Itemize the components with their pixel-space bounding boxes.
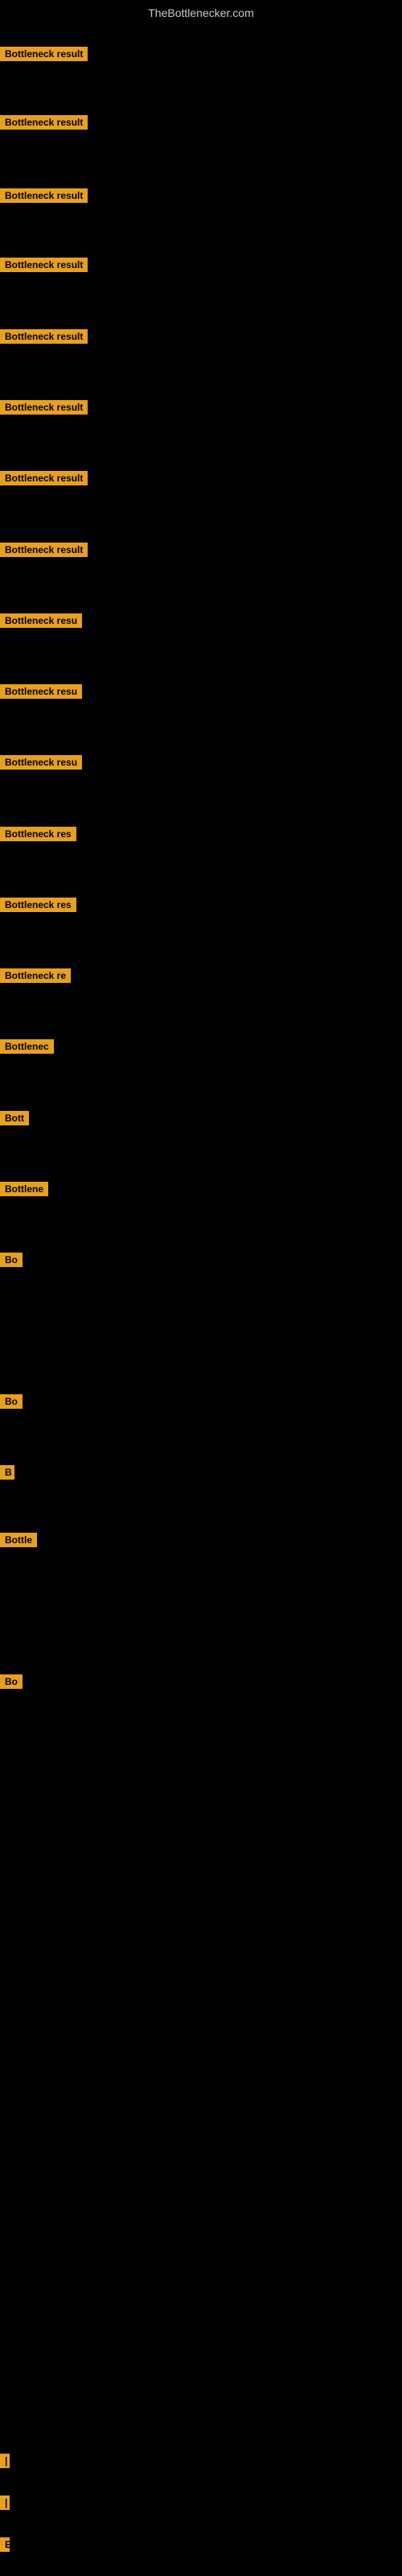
bottleneck-badge: B bbox=[0, 1465, 14, 1480]
bottleneck-badge: Bottleneck result bbox=[0, 471, 88, 485]
bottleneck-badge: Bottleneck result bbox=[0, 115, 88, 130]
bottleneck-badge: Bottleneck res bbox=[0, 827, 76, 841]
bottleneck-badge: Bo bbox=[0, 1394, 23, 1409]
bottleneck-badge: Bottleneck result bbox=[0, 400, 88, 415]
site-title: TheBottlenecker.com bbox=[0, 0, 402, 26]
bottleneck-badge: Bottlenec bbox=[0, 1039, 54, 1054]
bottleneck-badge: Bott bbox=[0, 1111, 29, 1125]
bottleneck-badge: Bo bbox=[0, 1253, 23, 1267]
bottleneck-badge: Bottleneck result bbox=[0, 329, 88, 344]
bottleneck-badge: Bottleneck res bbox=[0, 898, 76, 912]
bottleneck-badge: Bottleneck result bbox=[0, 188, 88, 203]
bottleneck-badge: E bbox=[0, 2537, 10, 2552]
bottleneck-badge: Bottlene bbox=[0, 1182, 48, 1196]
bottleneck-badge: Bottleneck result bbox=[0, 258, 88, 272]
bottleneck-badge: Bottleneck resu bbox=[0, 684, 82, 699]
bottleneck-badge: Bottleneck result bbox=[0, 47, 88, 61]
bottleneck-badge: Bottleneck re bbox=[0, 968, 71, 983]
bottleneck-badge: Bottle bbox=[0, 1533, 37, 1547]
bottleneck-badge: Bo bbox=[0, 1674, 23, 1689]
bottleneck-badge: Bottleneck resu bbox=[0, 755, 82, 770]
bottleneck-badge: | bbox=[0, 2496, 10, 2510]
bottleneck-badge: Bottleneck result bbox=[0, 543, 88, 557]
bottleneck-badge: | bbox=[0, 2454, 10, 2468]
bottleneck-badge: Bottleneck resu bbox=[0, 613, 82, 628]
